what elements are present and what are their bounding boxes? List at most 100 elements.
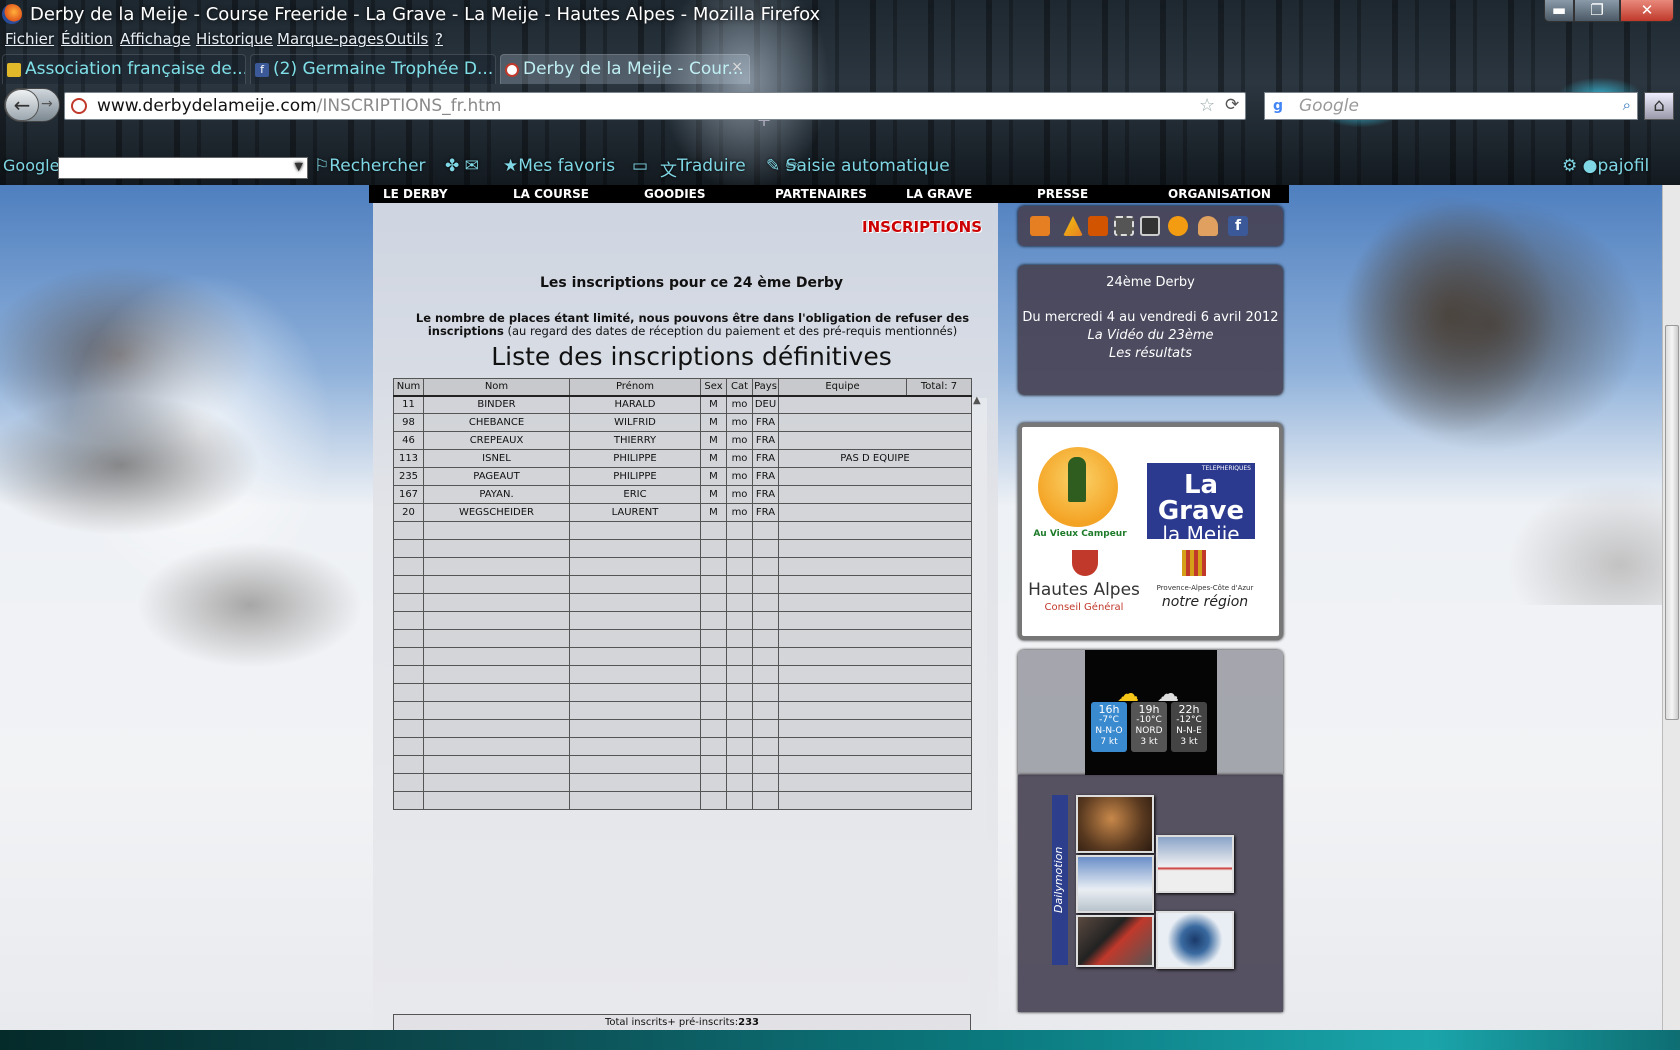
table-cell: ISNEL <box>423 449 570 468</box>
table-row <box>393 611 972 630</box>
search-bar[interactable]: g Google ⌕ <box>1264 92 1638 120</box>
table-cell <box>569 611 701 630</box>
toolbar-tools-icons[interactable]: ✤ ✉ <box>445 156 479 176</box>
video-icon[interactable] <box>1140 216 1160 236</box>
table-cell: FRA <box>752 413 779 432</box>
address-bar[interactable]: www.derbydelameije.com/INSCRIPTIONS_fr.h… <box>64 92 1246 120</box>
nav-presse[interactable]: PRESSE <box>1037 187 1088 201</box>
site-navigation: LE DERBY LA COURSE GOODIES PARTENAIRES L… <box>369 185 1289 203</box>
url-text: www.derbydelameije.com/INSCRIPTIONS_fr.h… <box>97 96 501 116</box>
table-cell <box>393 719 424 738</box>
nav-la-grave[interactable]: LA GRAVE <box>906 187 972 201</box>
autofill-button[interactable]: ✎ Saisie automatique ✏ <box>766 156 950 176</box>
menu-help[interactable]: ? <box>435 30 443 48</box>
frame-scrollbar[interactable]: ▲ <box>970 395 987 1025</box>
la-grave-logo[interactable]: TELEPHERIQUES La Grave la Meije <box>1147 463 1255 544</box>
table-cell <box>569 719 701 738</box>
film-icon[interactable] <box>1114 216 1134 236</box>
video-link[interactable]: La Vidéo du 23ème <box>1018 328 1283 343</box>
table-cell <box>423 665 570 684</box>
favorites-button[interactable]: ★ Mes favoris <box>503 156 615 176</box>
favicon-icon <box>7 63 21 77</box>
tab-derby[interactable]: Derby de la Meije - Cour... × <box>500 54 750 84</box>
menu-affichage[interactable]: Affichage <box>120 30 190 48</box>
forward-button[interactable]: → <box>41 96 53 112</box>
video-thumbnail[interactable] <box>1156 911 1234 969</box>
translate-button[interactable]: 文 Traduire <box>660 156 746 181</box>
scroll-up-icon[interactable]: ▲ <box>973 395 981 406</box>
nav-partenaires[interactable]: PARTENAIRES <box>775 187 867 201</box>
table-cell: PAYAN. <box>423 485 570 504</box>
menu-historique[interactable]: Historique <box>196 30 273 48</box>
chevron-down-icon[interactable]: ▼ <box>295 160 303 173</box>
google-search-button[interactable]: ⚐ Rechercher <box>314 156 426 176</box>
rss-icon[interactable] <box>1030 216 1050 236</box>
warning-icon[interactable] <box>1063 216 1083 236</box>
google-engine-icon[interactable]: g <box>1269 97 1287 115</box>
menu-fichier[interactable]: Fichier <box>5 30 54 48</box>
nav-la-course[interactable]: LA COURSE <box>513 187 589 201</box>
table-cell <box>423 647 570 666</box>
table-cell: CREPEAUX <box>423 431 570 450</box>
hiker-icon <box>1068 457 1086 502</box>
weather-forecast[interactable]: ☁ ☁ 16h -7°C N-N-O 7 kt 19h -10°C NORD 3… <box>1085 650 1217 775</box>
globe-icon[interactable] <box>1168 216 1188 236</box>
stats-icon[interactable] <box>1088 216 1108 236</box>
table-cell <box>778 791 972 810</box>
reload-icon[interactable]: ⟳ <box>1225 95 1239 115</box>
table-cell: M <box>700 449 727 468</box>
conseil-general-text: Conseil Général <box>1044 602 1124 613</box>
sidebar: f 24ème Derby Du mercredi 4 au vendredi … <box>1010 203 1290 1030</box>
translate-icon[interactable]: ▭ <box>632 156 648 176</box>
tab-association[interactable]: Association française de... <box>2 54 246 84</box>
video-thumbnail[interactable] <box>1076 855 1154 913</box>
close-window-button[interactable]: ✕ <box>1620 0 1674 22</box>
menu-outils[interactable]: Outils <box>385 30 428 48</box>
table-cell <box>752 701 779 720</box>
la-grave-text: La Grave <box>1157 470 1245 526</box>
account-button[interactable]: ⚙ ● pajofil <box>1562 156 1649 176</box>
social-icons-box: f <box>1018 206 1283 246</box>
page-scrollbar[interactable] <box>1662 185 1680 1030</box>
table-cell <box>393 683 424 702</box>
results-link[interactable]: Les résultats <box>1018 346 1283 361</box>
google-toolbar-search-input[interactable]: ▼ <box>58 157 308 179</box>
table-cell: M <box>700 431 727 450</box>
site-identity-icon[interactable] <box>71 98 87 114</box>
page-scroll-thumb[interactable] <box>1665 325 1679 720</box>
hautes-alpes-text[interactable]: Hautes Alpes <box>1026 580 1142 600</box>
table-cell <box>423 575 570 594</box>
table-cell <box>778 575 972 594</box>
video-thumbnail[interactable] <box>1076 915 1154 967</box>
table-cell <box>778 665 972 684</box>
minimize-button[interactable]: ▬ <box>1544 0 1574 22</box>
menu-edition[interactable]: Édition <box>61 30 113 48</box>
search-go-icon[interactable]: ⌕ <box>1623 96 1631 114</box>
video-thumbnail[interactable] <box>1156 835 1234 893</box>
close-tab-icon[interactable]: × <box>731 59 743 75</box>
table-cell <box>726 737 753 756</box>
table-cell: DEU <box>752 394 779 414</box>
table-cell <box>752 539 779 558</box>
table-cell <box>778 413 972 432</box>
nav-organisation[interactable]: ORGANISATION <box>1168 187 1271 201</box>
facebook-icon[interactable]: f <box>1228 216 1248 236</box>
people-icon[interactable] <box>1198 216 1218 236</box>
tab-facebook[interactable]: f (2) Germaine Trophée D... <box>250 54 496 84</box>
back-button[interactable]: ← <box>5 89 39 121</box>
maximize-button[interactable]: ❐ <box>1574 0 1620 22</box>
nav-goodies[interactable]: GOODIES <box>644 187 706 201</box>
notre-region-text: notre région <box>1161 594 1249 610</box>
home-button[interactable]: ⌂ <box>1644 92 1674 120</box>
au-vieux-campeur-logo[interactable] <box>1038 447 1118 527</box>
video-thumbnail[interactable] <box>1076 795 1154 853</box>
search-placeholder: Google <box>1299 96 1359 116</box>
bookmark-star-icon[interactable]: ☆ <box>1199 95 1215 116</box>
col-prenom: Prénom <box>569 378 701 396</box>
paca-text[interactable]: Provence-Alpes-Côte d'Azur <box>1145 584 1265 592</box>
menu-marque-pages[interactable]: Marque-pages <box>277 30 384 48</box>
table-cell: mo <box>726 467 753 486</box>
table-body: 11 BINDER HARALD Mmo DEU 98 CHEBANCE WILFRID Mmo… <box>393 394 972 810</box>
nav-le-derby[interactable]: LE DERBY <box>383 187 448 201</box>
table-cell: M <box>700 394 727 414</box>
